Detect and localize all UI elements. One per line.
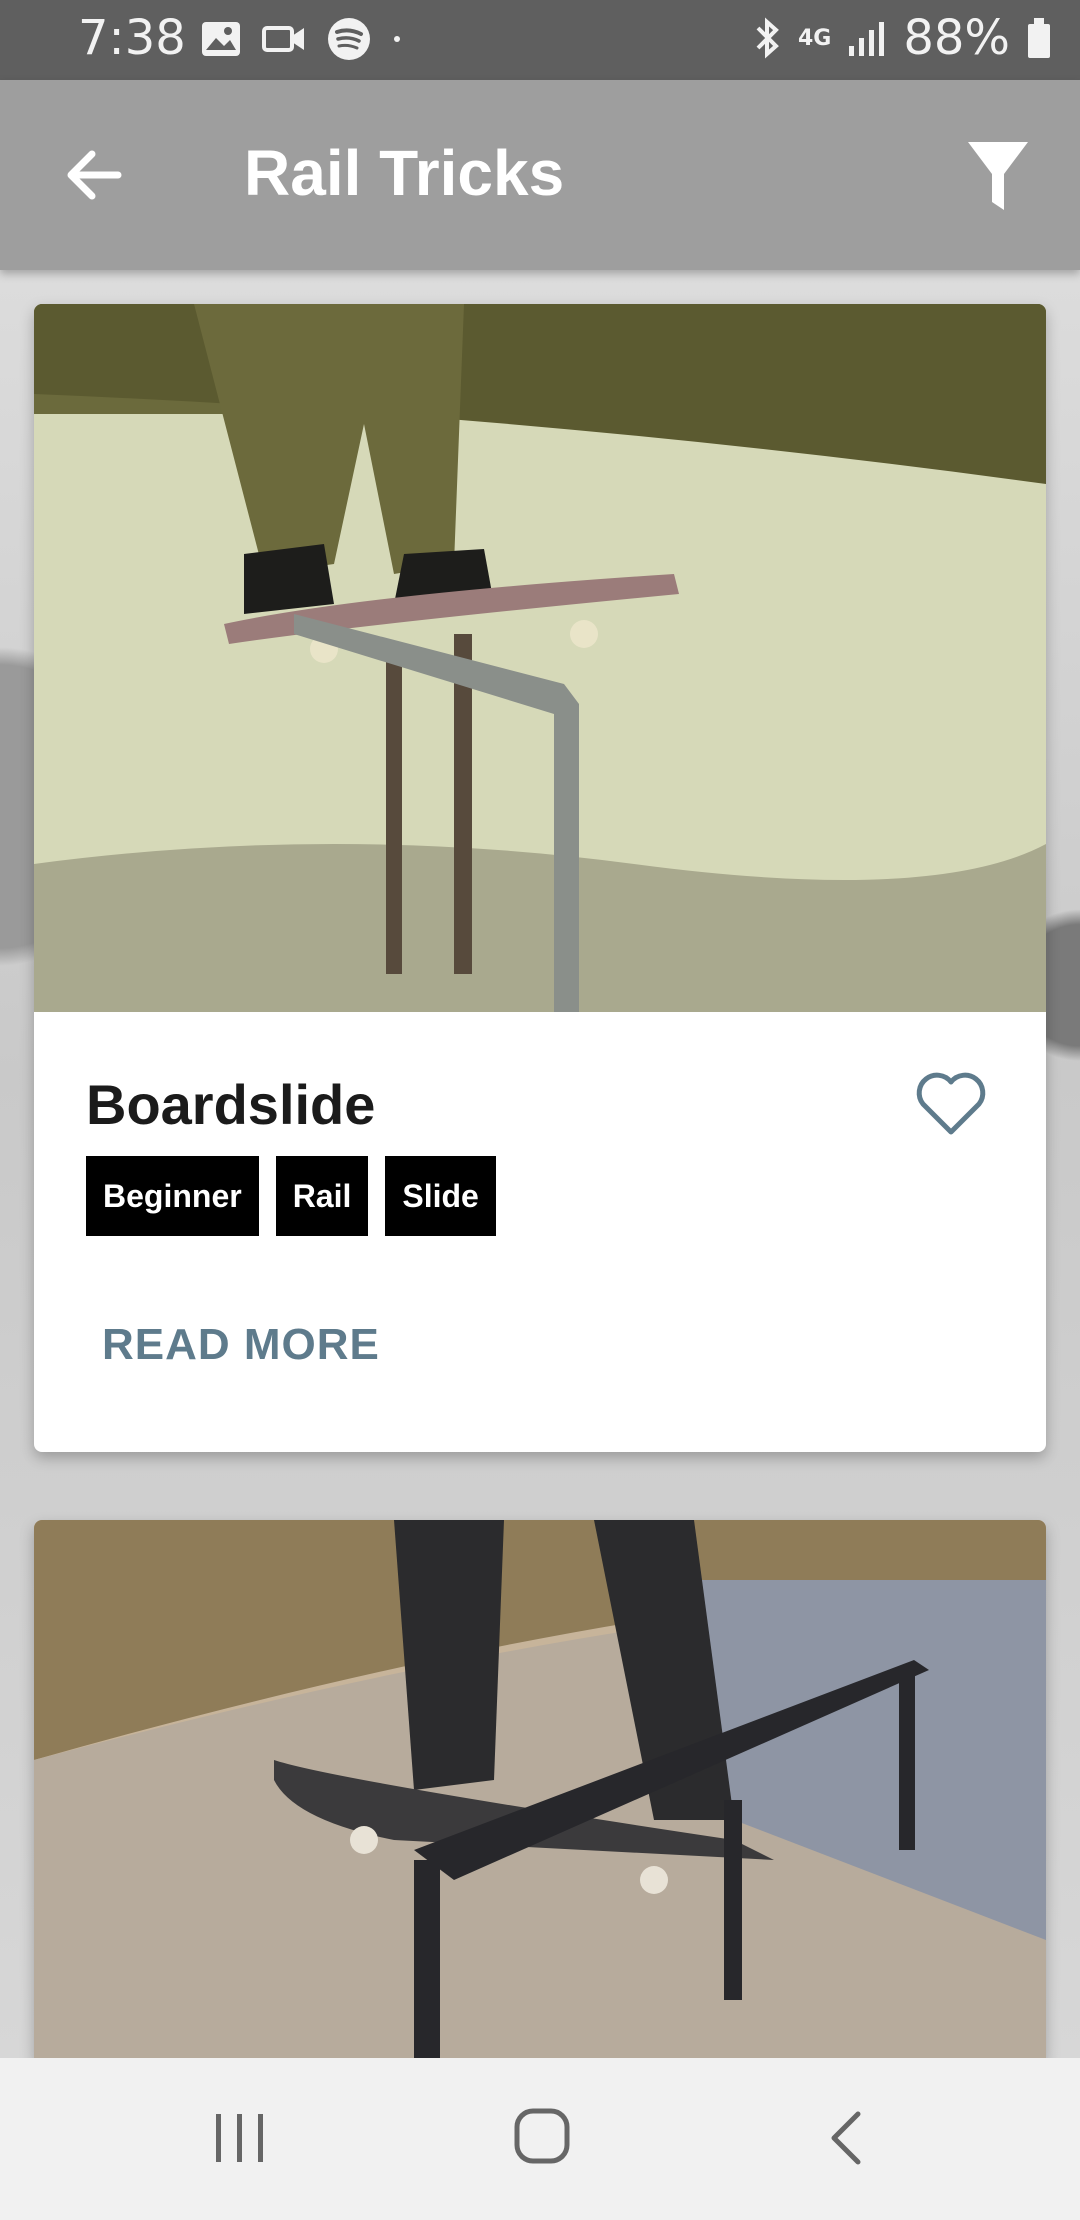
bluetooth-icon [756,17,779,59]
trick-card[interactable] [34,1520,1046,2060]
network-type: 4G [797,25,832,51]
trick-image [34,304,1046,1012]
status-right: 4G 88% [752,10,1052,66]
arrow-left-icon [67,150,122,200]
tag-beginner: Beginner [86,1156,259,1236]
favorite-button[interactable] [914,1070,988,1136]
image-icon [202,22,240,56]
dot-icon [394,36,400,42]
filter-icon [968,142,1028,210]
trick-image [34,1520,1046,2060]
trick-title: Boardslide [86,1073,376,1136]
status-time: 7:38 [78,10,186,66]
tag-list: Beginner Rail Slide [86,1156,496,1236]
recents-button[interactable] [212,2108,268,2168]
battery-icon [1028,18,1050,58]
home-button[interactable] [512,2106,572,2166]
signal-icon [849,22,885,56]
spotify-icon [328,18,370,60]
system-nav-bar [0,2058,1080,2220]
chevron-left-icon [831,2111,861,2165]
video-icon [262,26,304,52]
page-title: Rail Tricks [244,137,565,209]
filter-button[interactable] [964,138,1032,216]
heart-outline-icon [916,1072,986,1135]
notification-icons [200,16,402,62]
status-bar: 7:38 4G 88% [0,0,1080,80]
recents-icon [216,2114,263,2162]
home-icon [514,2108,570,2164]
back-button[interactable] [60,140,130,210]
app-bar: Rail Tricks [0,80,1080,270]
battery-percent: 88% [903,10,1010,66]
tag-slide: Slide [385,1156,496,1236]
nav-back-button[interactable] [824,2108,866,2168]
tag-rail: Rail [275,1156,369,1236]
trick-card[interactable]: Boardslide Beginner Rail Slide READ MORE [34,304,1046,1452]
read-more-button[interactable]: READ MORE [102,1320,380,1370]
